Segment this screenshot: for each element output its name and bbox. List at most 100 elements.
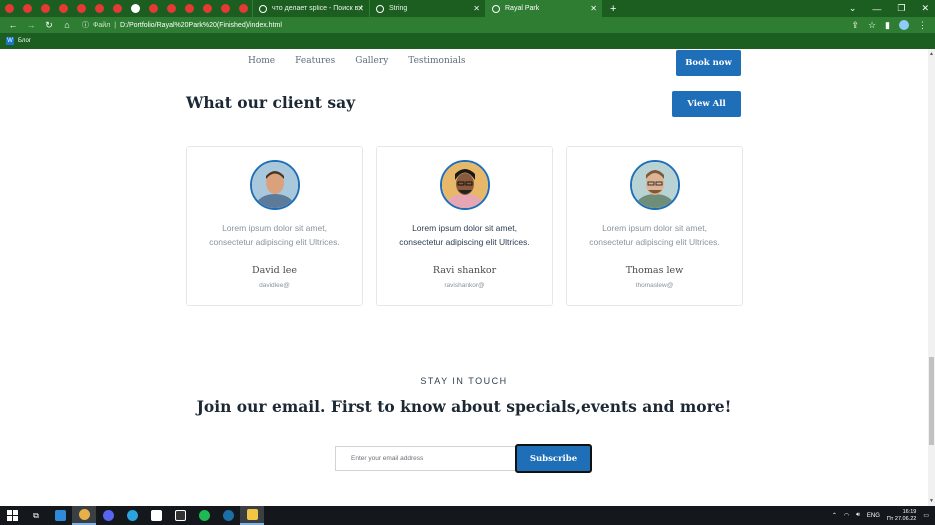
testimonial-card: Lorem ipsum dolor sit amet, consectetur … xyxy=(186,146,363,306)
chrome-icon[interactable] xyxy=(72,506,96,525)
reload-icon[interactable]: ↻ xyxy=(44,20,54,31)
pinned-tab[interactable] xyxy=(162,0,180,17)
window-controls: ⌄ — ❐ ✕ xyxy=(849,0,929,17)
star-icon[interactable]: ☆ xyxy=(868,20,876,31)
testimonial-name: Ravi shankor xyxy=(432,265,497,276)
testimonial-handle: davidlee@ xyxy=(259,282,290,289)
tab-search[interactable]: что делает splice - Поиск в Goo ✕ xyxy=(252,0,369,17)
address-bar: ← → ↻ ⌂ ⓘ Файл | D:/Portfolio/Rayal%20Pa… xyxy=(0,17,935,33)
stay-in-touch-label: STAY IN TOUCH xyxy=(420,376,508,386)
vscode-icon[interactable] xyxy=(48,506,72,525)
person-portrait-icon xyxy=(252,162,298,208)
volume-icon[interactable]: 🔊︎ xyxy=(856,512,860,519)
pinned-tab[interactable] xyxy=(216,0,234,17)
scroll-up-icon[interactable]: ▲ xyxy=(929,51,934,57)
task-view-icon[interactable]: ⧉ xyxy=(24,506,48,525)
email-field[interactable] xyxy=(335,446,516,471)
site-favicon-icon xyxy=(202,4,212,13)
pinned-tab[interactable] xyxy=(72,0,90,17)
pinned-tab[interactable] xyxy=(234,0,252,17)
telegram-icon[interactable] xyxy=(120,506,144,525)
chevron-down-icon[interactable]: ⌄ xyxy=(849,3,857,14)
tab-title: String xyxy=(389,5,408,12)
site-favicon-icon xyxy=(184,4,194,13)
url-field[interactable]: ⓘ Файл | D:/Portfolio/Rayal%20Park%20(Fi… xyxy=(82,20,282,30)
scrollbar-thumb[interactable] xyxy=(929,357,934,445)
pinned-tab[interactable] xyxy=(90,0,108,17)
sidebar-icon[interactable]: ▮ xyxy=(885,20,890,31)
bookmark-item[interactable]: Блог xyxy=(18,38,31,44)
epic-games-icon[interactable] xyxy=(168,506,192,525)
testimonial-name: Thomas lew xyxy=(625,265,684,276)
testimonial-handle: ravishankor@ xyxy=(444,282,485,289)
book-now-button[interactable]: Book now xyxy=(676,50,741,76)
app-icon[interactable] xyxy=(144,506,168,525)
menu-icon[interactable]: ⋮ xyxy=(918,20,927,31)
tab-rayal-park[interactable]: Rayal Park ✕ xyxy=(485,0,602,17)
nav-gallery[interactable]: Gallery xyxy=(355,56,388,66)
site-favicon-icon xyxy=(112,4,122,13)
close-icon[interactable]: ✕ xyxy=(921,3,929,14)
site-favicon-icon xyxy=(22,4,32,13)
new-tab-icon[interactable]: + xyxy=(610,3,616,15)
file-explorer-icon[interactable] xyxy=(240,506,264,525)
pinned-tab[interactable] xyxy=(198,0,216,17)
site-favicon-icon xyxy=(76,4,86,13)
pinned-tab[interactable] xyxy=(108,0,126,17)
person-portrait-icon xyxy=(442,162,488,208)
testimonial-name: David lee xyxy=(251,265,298,276)
network-icon[interactable]: ◠ xyxy=(844,512,849,519)
restore-icon[interactable]: ❐ xyxy=(897,3,905,14)
steam-icon[interactable] xyxy=(216,506,240,525)
testimonial-card: Lorem ipsum dolor sit amet, consectetur … xyxy=(566,146,743,306)
pinned-tab[interactable] xyxy=(180,0,198,17)
subscribe-button[interactable]: Subscribe xyxy=(515,444,592,473)
person-portrait-icon xyxy=(632,162,678,208)
site-favicon-icon xyxy=(130,4,140,13)
windows-start-icon[interactable] xyxy=(0,506,24,525)
close-icon[interactable]: ✕ xyxy=(473,4,480,13)
newsletter-title: Join our email. First to know about spec… xyxy=(196,397,732,416)
toolbar-actions: ⇪ ☆ ▮ ⋮ xyxy=(851,19,927,31)
scroll-down-icon[interactable]: ▼ xyxy=(929,498,934,504)
close-icon[interactable]: ✕ xyxy=(357,4,364,13)
forward-icon[interactable]: → xyxy=(26,20,36,30)
nav-testimonials[interactable]: Testimonials xyxy=(408,56,465,66)
back-icon[interactable]: ← xyxy=(8,20,18,30)
avatar xyxy=(250,160,300,210)
pinned-tab[interactable] xyxy=(18,0,36,17)
site-favicon-icon xyxy=(40,4,50,13)
minimize-icon[interactable]: — xyxy=(872,4,881,14)
globe-icon xyxy=(492,4,500,13)
profile-avatar[interactable] xyxy=(899,19,909,30)
testimonial-cards: Lorem ipsum dolor sit amet, consectetur … xyxy=(186,146,743,306)
tab-string[interactable]: String ✕ xyxy=(369,0,485,17)
pinned-tab[interactable] xyxy=(36,0,54,17)
pinned-tab[interactable] xyxy=(126,0,144,17)
pinned-tab[interactable] xyxy=(0,0,18,17)
testimonial-quote: Lorem ipsum dolor sit amet, consectetur … xyxy=(399,223,530,247)
pinned-tab[interactable] xyxy=(144,0,162,17)
share-icon[interactable]: ⇪ xyxy=(851,20,859,31)
language-indicator[interactable]: ENG xyxy=(867,513,880,519)
testimonial-handle: thomaslew@ xyxy=(635,282,674,289)
nav-features[interactable]: Features xyxy=(295,56,335,66)
tab-title: Rayal Park xyxy=(505,5,540,12)
clock[interactable]: 16:19 Пт 27.06.22 xyxy=(887,509,916,523)
system-tray: ⌃ ◠ 🔊︎ ENG 16:19 Пт 27.06.22 ▭ xyxy=(832,506,929,525)
discord-icon[interactable] xyxy=(96,506,120,525)
site-favicon-icon xyxy=(94,4,104,13)
view-all-button[interactable]: View All xyxy=(672,91,741,117)
testimonial-card: Lorem ipsum dolor sit amet, consectetur … xyxy=(376,146,553,306)
chevron-up-icon[interactable]: ⌃ xyxy=(832,512,837,519)
close-icon[interactable]: ✕ xyxy=(590,4,597,13)
browser-tab-strip: что делает splice - Поиск в Goo ✕ String… xyxy=(0,0,935,17)
spotify-icon[interactable] xyxy=(192,506,216,525)
site-favicon-icon xyxy=(148,4,158,13)
page-scrollbar[interactable]: ▲ ▼ xyxy=(928,49,935,506)
home-icon[interactable]: ⌂ xyxy=(62,20,72,30)
site-nav: Home Features Gallery Testimonials xyxy=(248,56,466,66)
pinned-tab[interactable] xyxy=(54,0,72,17)
notification-icon[interactable]: ▭ xyxy=(923,512,929,519)
nav-home[interactable]: Home xyxy=(248,56,275,66)
